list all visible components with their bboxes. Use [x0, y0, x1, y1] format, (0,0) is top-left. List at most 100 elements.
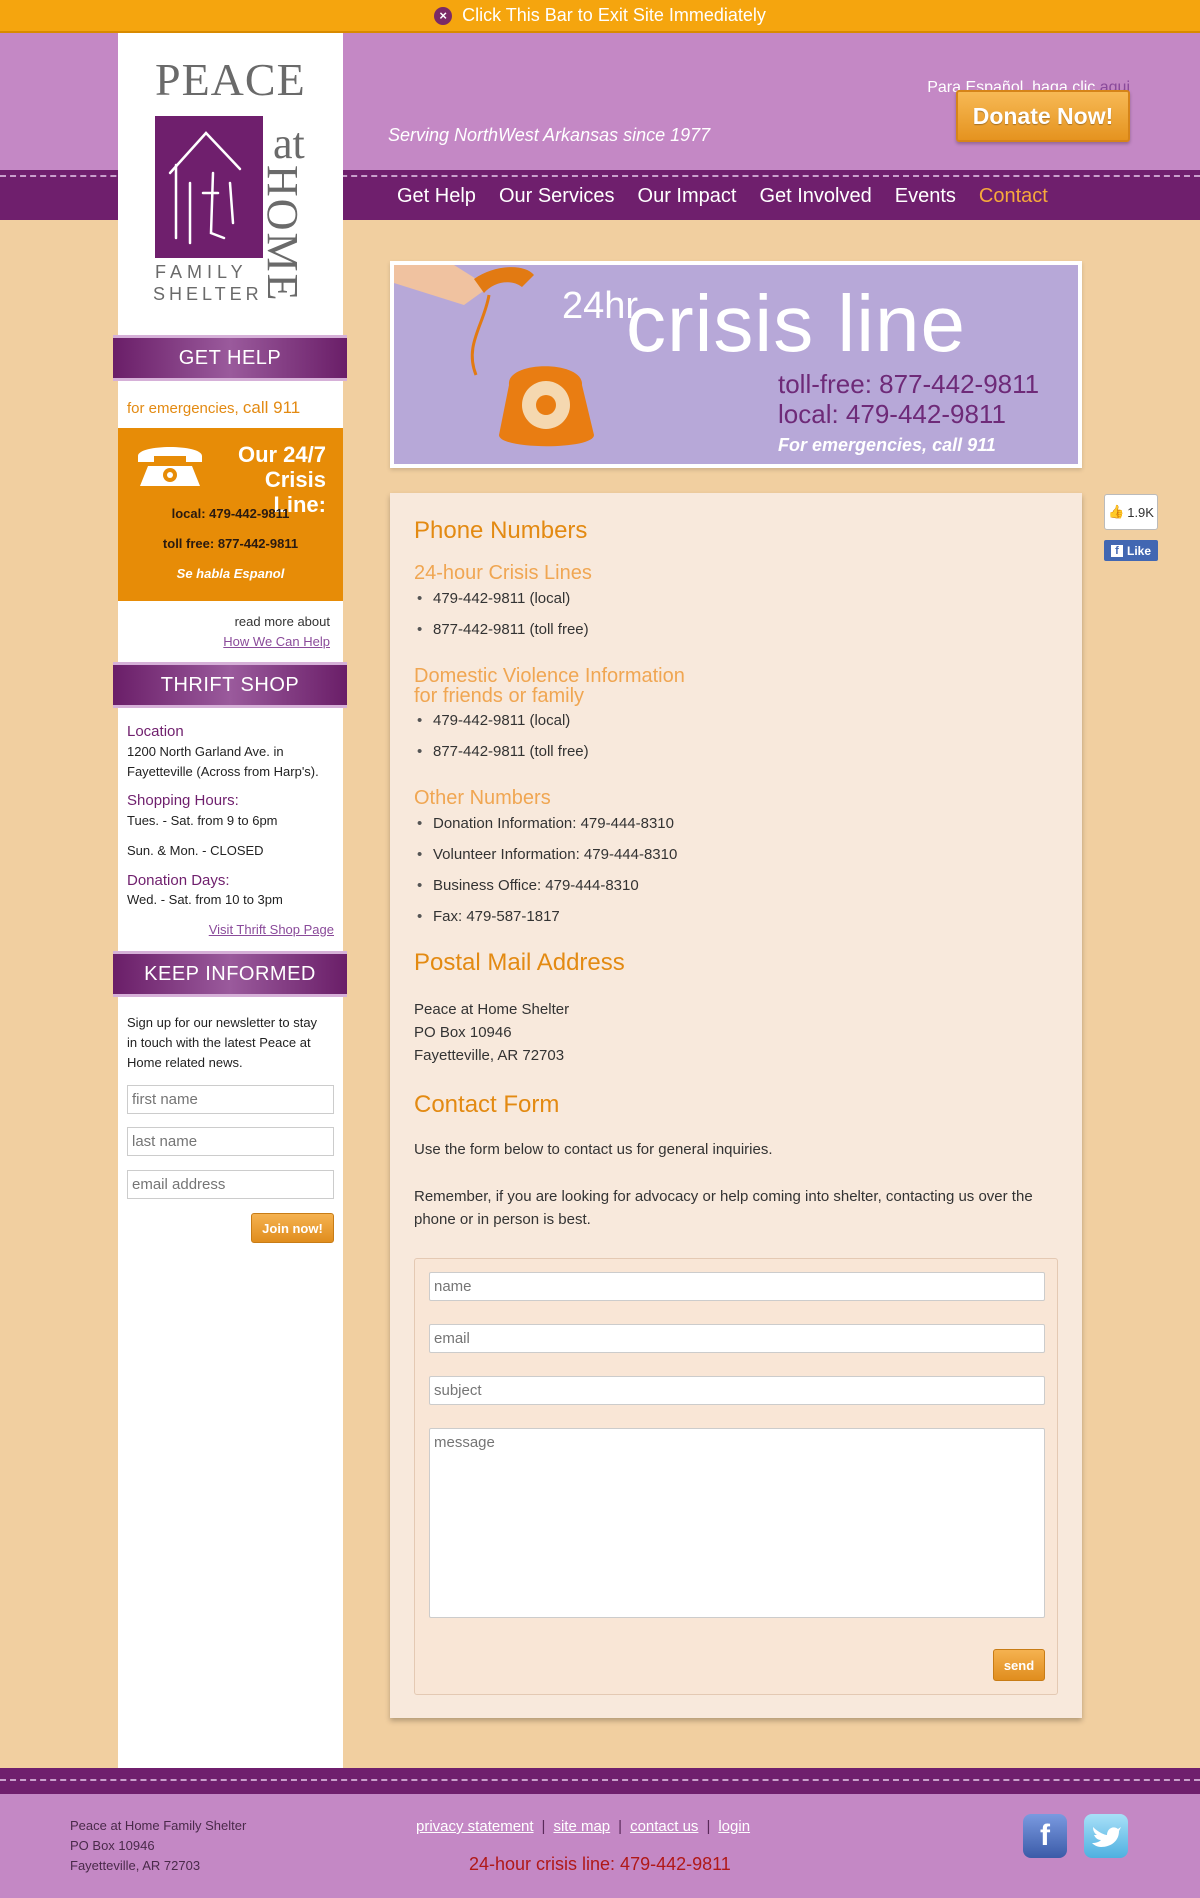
telephone-icon	[138, 447, 202, 486]
crisis-line-banner: 24hr crisis line toll-free: 877-442-9811…	[390, 261, 1082, 468]
svg-text:SHELTER: SHELTER	[153, 284, 263, 304]
nav-get-involved[interactable]: Get Involved	[759, 185, 871, 208]
footer-addr-line-2: PO Box 10946	[70, 1838, 155, 1853]
postal-address: Peace at Home Shelter PO Box 10946 Fayet…	[414, 998, 569, 1067]
footer-address: Peace at Home Family Shelter PO Box 1094…	[70, 1816, 246, 1876]
divider: |	[541, 1818, 546, 1835]
svg-text:PEACE: PEACE	[155, 54, 306, 105]
facebook-icon[interactable]: f	[1023, 1814, 1067, 1858]
facebook-like-count: 👍 1.9K	[1104, 494, 1158, 530]
thumbs-up-icon: 👍	[1108, 504, 1125, 519]
postal-line-1: Peace at Home Shelter	[414, 1001, 570, 1018]
postal-line-2: PO Box 10946	[414, 1024, 512, 1041]
donation-text: Wed. - Sat. from 10 to 3pm	[127, 892, 283, 907]
join-now-button[interactable]: Join now!	[251, 1213, 334, 1243]
newsletter-email-input[interactable]	[127, 1170, 334, 1199]
emergency-prefix: for emergencies,	[127, 400, 243, 417]
crisis-local: local: 479-442-9811	[171, 506, 290, 521]
list-item: Fax: 479-587-1817	[414, 901, 677, 932]
list-item: Donation Information: 479-444-8310	[414, 808, 677, 839]
nav-our-services[interactable]: Our Services	[499, 185, 615, 208]
crisis-lines-title: 24-hour Crisis Lines	[414, 562, 592, 584]
get-help-heading: GET HELP	[113, 335, 347, 381]
banner-emergencies: For emergencies, call 911	[778, 435, 996, 455]
first-name-input[interactable]	[127, 1085, 334, 1114]
read-more-text: read more about	[234, 614, 330, 629]
exit-bar-text: Click This Bar to Exit Site Immediately	[462, 5, 766, 25]
crisis-title-line-1: Our 24/7	[237, 442, 326, 467]
site-map-link[interactable]: site map	[553, 1818, 610, 1835]
nav-our-impact[interactable]: Our Impact	[638, 185, 737, 208]
form-note: Remember, if you are looking for advocac…	[414, 1188, 1033, 1228]
like-count: 1.9K	[1127, 504, 1154, 520]
crisis-lines-list: 479-442-9811 (local) 877-442-9811 (toll …	[414, 583, 589, 645]
emergency-note: for emergencies, call 911	[127, 398, 300, 418]
twitter-bird-icon	[1092, 1827, 1121, 1847]
hours-label: Shopping Hours:	[127, 792, 239, 809]
main-content: Phone Numbers 24-hour Crisis Lines 479-4…	[390, 493, 1082, 1718]
list-item: Volunteer Information: 479-444-8310	[414, 839, 677, 870]
list-item: 479-442-9811 (local)	[414, 705, 589, 736]
form-intro: Use the form below to contact us for gen…	[414, 1141, 773, 1158]
how-we-can-help-link[interactable]: How We Can Help	[118, 634, 330, 649]
like-label: Like	[1126, 543, 1151, 558]
other-numbers-list: Donation Information: 479-444-8310 Volun…	[414, 808, 677, 932]
hours-text-2: Sun. & Mon. - CLOSED	[127, 843, 264, 858]
keep-text-1: Sign up for our newsletter to stay	[127, 1015, 318, 1030]
footer-links: privacy statement | site map | contact u…	[416, 1818, 750, 1835]
list-item: 479-442-9811 (local)	[414, 583, 589, 614]
banner-crisis-line: crisis line	[626, 279, 966, 368]
svg-text:HOME: HOME	[258, 165, 307, 303]
name-input[interactable]	[429, 1272, 1045, 1301]
keep-informed-heading: KEEP INFORMED	[113, 951, 347, 997]
privacy-statement-link[interactable]: privacy statement	[416, 1818, 534, 1835]
send-button[interactable]: send	[993, 1649, 1045, 1681]
donate-button[interactable]: Donate Now!	[956, 90, 1130, 142]
dv-title-1: Domestic Violence Information	[414, 665, 685, 687]
last-name-input[interactable]	[127, 1127, 334, 1156]
postal-address-title: Postal Mail Address	[414, 949, 625, 976]
subject-input[interactable]	[429, 1376, 1045, 1405]
twitter-icon[interactable]	[1084, 1814, 1128, 1858]
footer-band	[0, 1768, 1200, 1794]
crisis-spanish: Se habla Espanol	[176, 566, 285, 581]
close-icon: ×	[434, 6, 453, 25]
keep-text-2: in touch with the latest Peace at	[127, 1035, 311, 1050]
nav-get-help[interactable]: Get Help	[397, 185, 476, 208]
location-text-2: Fayetteville (Across from Harp's).	[127, 764, 319, 779]
phone-numbers-title: Phone Numbers	[414, 517, 588, 544]
footer: Peace at Home Family Shelter PO Box 1094…	[0, 1794, 1200, 1898]
dv-list: 479-442-9811 (local) 877-442-9811 (toll …	[414, 705, 589, 767]
facebook-like-button[interactable]: f Like	[1104, 540, 1158, 561]
footer-addr-line-3: Fayetteville, AR 72703	[70, 1858, 201, 1873]
exit-site-bar[interactable]: × Click This Bar to Exit Site Immediatel…	[0, 0, 1200, 33]
emergency-call: call 911	[242, 398, 301, 417]
thrift-shop-link[interactable]: Visit Thrift Shop Page	[118, 922, 334, 937]
hours-text-1: Tues. - Sat. from 9 to 6pm	[127, 813, 278, 828]
nav-events[interactable]: Events	[895, 185, 956, 208]
list-item: 877-442-9811 (toll free)	[414, 736, 589, 767]
divider: |	[706, 1818, 711, 1835]
footer-crisis-line: 24-hour crisis line: 479-442-9811	[469, 1854, 731, 1874]
tagline: Serving NorthWest Arkansas since 1977	[388, 125, 711, 145]
contact-us-link[interactable]: contact us	[630, 1818, 698, 1835]
location-label: Location	[127, 723, 184, 740]
message-textarea[interactable]	[429, 1428, 1045, 1618]
logo[interactable]: PEACE at HOME FAMILY SHELTER	[118, 33, 343, 333]
crisis-tollfree: toll free: 877-442-9811	[162, 536, 299, 551]
svg-text:FAMILY: FAMILY	[155, 262, 248, 282]
contact-form-title: Contact Form	[414, 1091, 560, 1118]
main-nav: Get Help Our Services Our Impact Get Inv…	[397, 185, 1048, 208]
location-text-1: 1200 North Garland Ave. in	[127, 744, 284, 759]
banner-tollfree: toll-free: 877-442-9811	[778, 369, 1040, 399]
email-input[interactable]	[429, 1324, 1045, 1353]
nav-contact[interactable]: Contact	[979, 185, 1048, 208]
facebook-icon: f	[1110, 544, 1123, 557]
postal-line-3: Fayetteville, AR 72703	[414, 1047, 565, 1064]
donation-label: Donation Days:	[127, 872, 230, 889]
dv-title-2: for friends or family	[414, 685, 585, 707]
svg-text:at: at	[273, 119, 305, 168]
keep-text-3: Home related news.	[127, 1055, 243, 1070]
contact-form: send	[414, 1258, 1058, 1695]
login-link[interactable]: login	[718, 1818, 750, 1835]
